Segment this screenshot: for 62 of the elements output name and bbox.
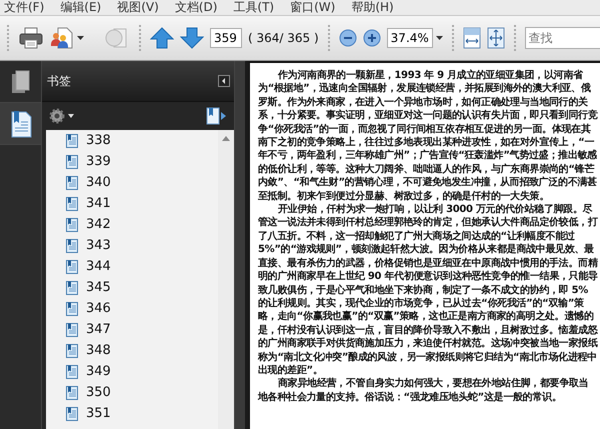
menu-item[interactable]: 文件(F) bbox=[4, 0, 44, 16]
fit-width-icon[interactable] bbox=[462, 27, 481, 49]
arrow-up-icon[interactable] bbox=[150, 27, 174, 49]
bookmark-item[interactable]: 338 bbox=[66, 130, 218, 151]
bookmark-item[interactable]: 340 bbox=[66, 172, 218, 193]
bookmark-arrow-icon[interactable] bbox=[206, 107, 228, 125]
zoom-out-icon[interactable] bbox=[338, 29, 357, 47]
bookmark-icon bbox=[66, 386, 78, 400]
menu-item[interactable]: 工具(T) bbox=[233, 0, 274, 16]
zoom-in-icon[interactable] bbox=[362, 29, 381, 47]
menu-item[interactable]: 编辑(E) bbox=[60, 0, 102, 16]
pages-icon bbox=[10, 70, 30, 94]
arrow-down-icon[interactable] bbox=[180, 27, 204, 49]
menu-item[interactable]: 帮助(H) bbox=[351, 0, 394, 16]
caret-icon[interactable] bbox=[77, 36, 84, 40]
bookmark-item[interactable]: 347 bbox=[66, 319, 218, 340]
bookmark-icon bbox=[66, 280, 78, 294]
menu-item[interactable]: 窗口(W) bbox=[290, 0, 336, 16]
printer-icon[interactable] bbox=[18, 26, 44, 50]
bookmark-icon bbox=[66, 196, 78, 210]
search-field[interactable]: 查找 bbox=[524, 27, 600, 49]
panel-title: 书签 bbox=[47, 72, 72, 90]
paragraph: 开业伊始，仟村为求一炮打响，以让利 3000 万元的代价站稳了脚跟。尽管这一说法并未得到仟村总经理郭艳玲的肯定，但她承认大件商品定价较低，打了八五折。不料，这一招却触犯了广州大商场之间达成的“让利幅度不能过 5%”的“游戏规则”，顿刻激起轩然大波。因为价格从来都是商战中最见效、最直接、最有杀伤力的武器，价格促销也是亚细亚在中原商战中惯用的手法。而精明的广州商家早在上世纪 90 年代初便意识到这种恶性竞争的惟一结果，只能导致几败俱伤，于是心平气和地坐下来协商，制定了一条不成文的协约，即 5% 的让利规则。其实，现代企业的市场竞争，已从过去“你死我活”的“双输”策略，走向“你赢我也赢”的“双赢”策略，这也正是南方商家的高明之处。遗憾的是，仟村没有认识到这一点，盲目的降价导致入不敷出，且树敌过多。恼羞成怒的广州商家联手对供货商施加压力，来迫使仟村就范。这场冲突被当地一家报纸称为“南北文化冲突”酿成的风波，另一家报纸则将它归结为“南北市场化进程中出现的差距”。 bbox=[258, 203, 598, 377]
bookmark-item[interactable]: 351 bbox=[66, 403, 218, 424]
bookmark-icon bbox=[66, 260, 78, 274]
paragraph: 作为河南商界的一颗新星，1993 年 9 月成立的亚细亚集团，以河南省为“根据地”，迅速向全国辐射，发展连锁经营，并拓展到海外的澳大利亚、俄罗斯。作为外来商家，在进入一个异地市场时，如何正确处理与当地同行的关系，十分紧要。事实证明，亚细亚对这一问题的认识有失片面，即只看到同行竞争“你死我活”的一面，而忽视了同行间相互依存相互促进的另一面。体现在其南下之初的竞争策略上，往往过多地表现出某种进攻性，如在对外宣传上，“一年不亏，两年盈利，三年称雄广州”；广告宣传“狂轰滥炸”气势过盛；推出敏感的低价让利，等等。这种大刀阔斧、咄咄逼人的作风，与广东商界崇尚的“锋芒内敛”、“和气生财”的营销心理，不可避免地发生冲撞，从而招致广泛的不满甚至抵制。初来乍到便过分显赫、树敌过多，的确是仟村的一大失策。 bbox=[258, 69, 598, 204]
bookmark-item[interactable]: 341 bbox=[66, 193, 218, 214]
bookmark-icon bbox=[66, 344, 78, 358]
page-number-field[interactable]: 359 bbox=[210, 28, 242, 48]
menu-item[interactable]: 文档(D) bbox=[174, 0, 218, 16]
bookmark-item[interactable]: 343 bbox=[66, 235, 218, 256]
bookmark-icon bbox=[66, 134, 78, 148]
bookmark-item[interactable]: 350 bbox=[66, 382, 218, 403]
bookmark-icon bbox=[66, 218, 78, 232]
bookmark-icon bbox=[66, 238, 78, 252]
gear-icon[interactable] bbox=[48, 107, 66, 125]
collapse-button[interactable] bbox=[218, 75, 230, 87]
bookmark-item[interactable]: 345 bbox=[66, 277, 218, 298]
people-document-icon[interactable] bbox=[50, 26, 74, 50]
bookmark-icon bbox=[66, 322, 78, 336]
page-count: ( 364/ 365 ) bbox=[248, 31, 319, 45]
bookmark-icon bbox=[66, 154, 78, 168]
scroll-up-arrow-icon[interactable] bbox=[222, 136, 230, 141]
caret-icon[interactable] bbox=[68, 114, 74, 118]
bookmark-item[interactable]: 344 bbox=[66, 256, 218, 277]
paragraph: 商家异地经营，不管自身实力如何强大，要想在外地站住脚，都要争取当地各种社会力量的支持。俗话说：“强龙难压地头蛇”这是一般的常识。 bbox=[258, 377, 590, 404]
bookmark-item[interactable]: 348 bbox=[66, 340, 218, 361]
caret-icon[interactable] bbox=[436, 36, 443, 40]
scrollbar[interactable] bbox=[218, 130, 234, 429]
bookmark-page-icon bbox=[10, 110, 32, 138]
bookmark-item[interactable]: 342 bbox=[66, 214, 218, 235]
menu-item[interactable]: 视图(V) bbox=[117, 0, 159, 16]
bookmark-icon bbox=[66, 176, 78, 190]
bookmarks-tab[interactable] bbox=[0, 103, 41, 145]
bookmark-icon bbox=[66, 302, 78, 316]
zoom-field[interactable]: 37.4% bbox=[386, 28, 433, 48]
bookmark-icon bbox=[66, 364, 78, 378]
bookmark-icon bbox=[66, 406, 78, 420]
bookmark-item[interactable]: 339 bbox=[66, 151, 218, 172]
bookmark-item[interactable]: 349 bbox=[66, 361, 218, 382]
fit-page-icon[interactable] bbox=[486, 27, 505, 49]
bookmark-item[interactable]: 346 bbox=[66, 298, 218, 319]
